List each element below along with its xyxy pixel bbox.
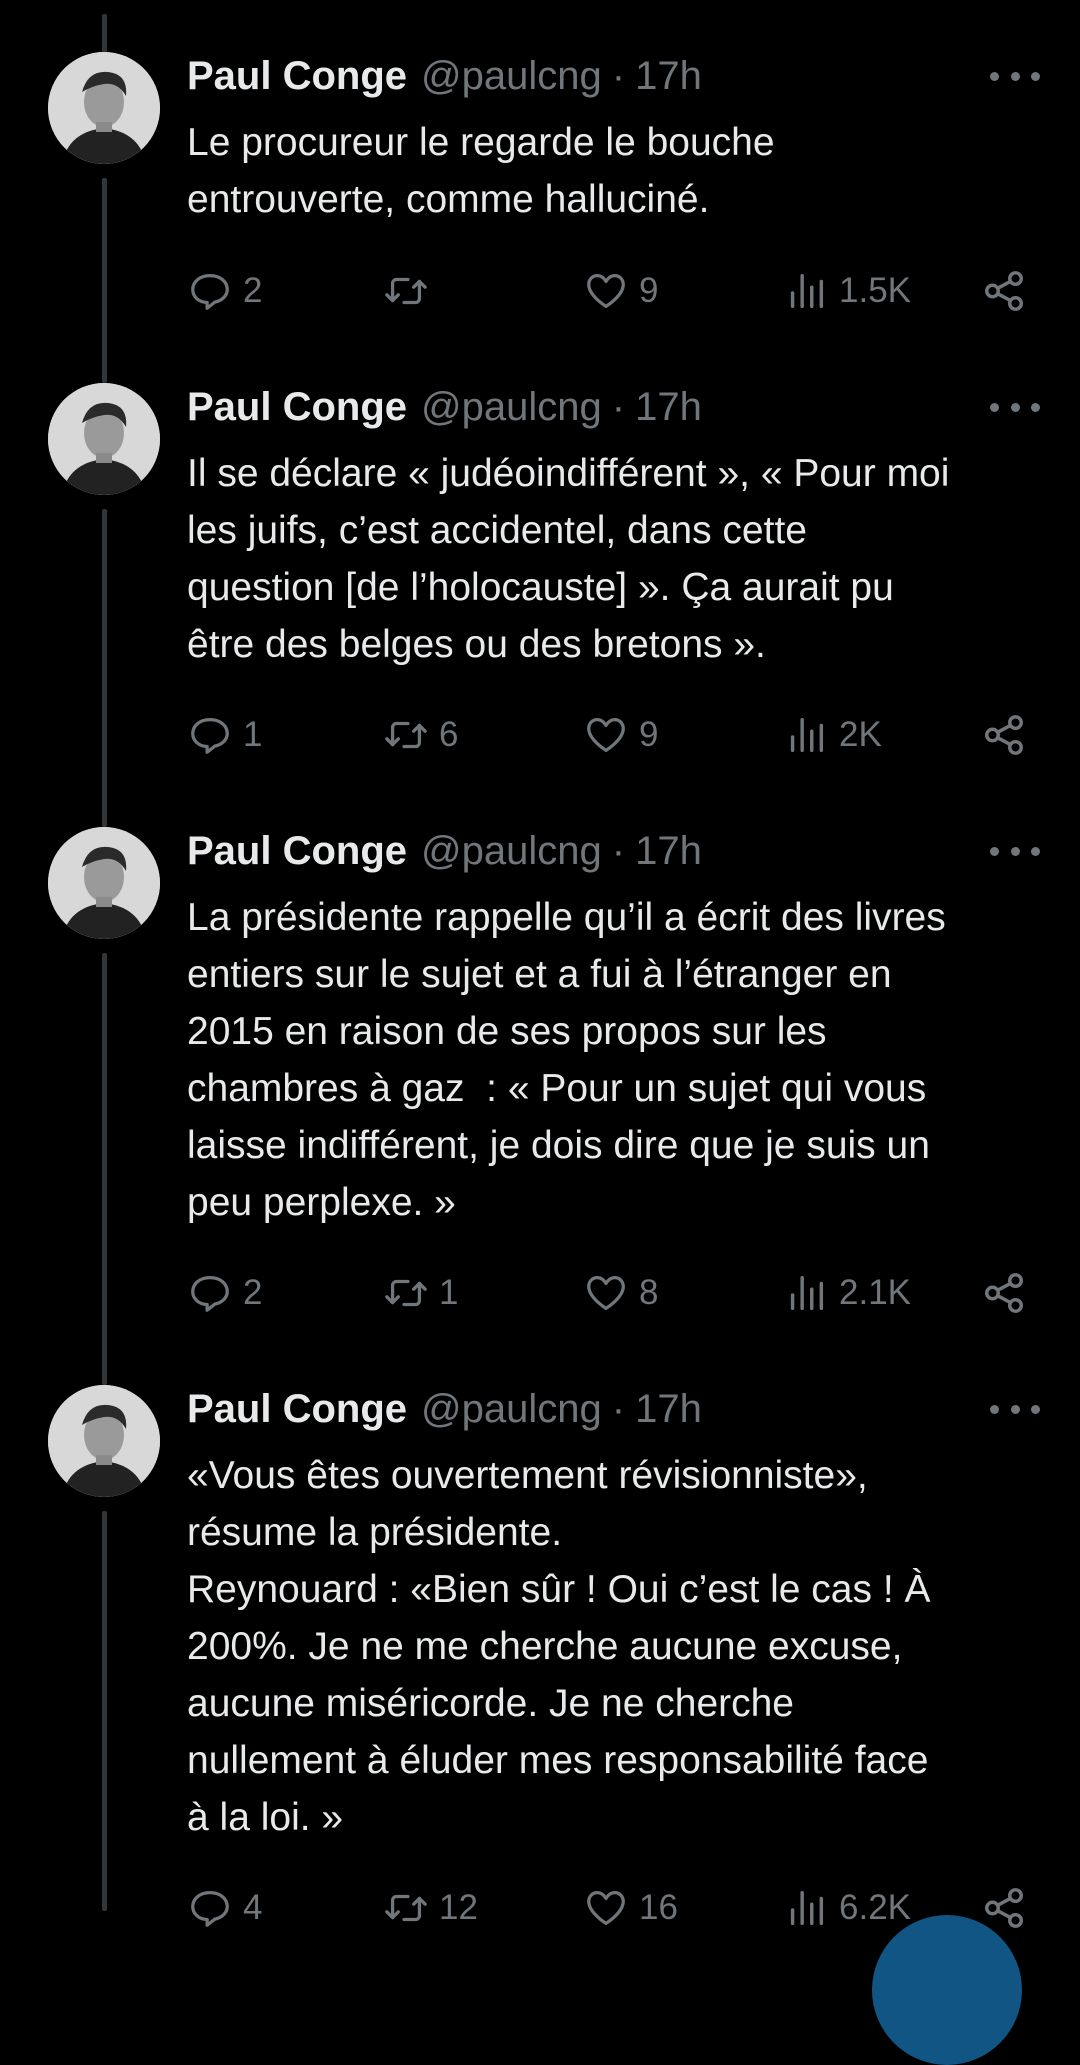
author-handle[interactable]: @paulcng bbox=[421, 54, 602, 99]
like-button[interactable]: 9 bbox=[583, 266, 658, 316]
reply-count: 1 bbox=[243, 715, 263, 754]
retweet-icon bbox=[385, 277, 427, 305]
reply-button[interactable]: 4 bbox=[187, 1883, 262, 1933]
tweet-text: Le procureur le regarde le bouche entrou… bbox=[187, 121, 775, 221]
reply-icon bbox=[191, 1276, 229, 1312]
more-icon[interactable] bbox=[990, 831, 1040, 871]
tweet-header: Paul Conge @paulcng · 17h bbox=[187, 827, 702, 875]
author-name[interactable]: Paul Conge bbox=[187, 1387, 407, 1432]
heart-icon bbox=[587, 1891, 625, 1925]
separator: · bbox=[611, 1386, 626, 1431]
reply-button[interactable]: 2 bbox=[187, 1268, 262, 1318]
retweet-icon bbox=[385, 1279, 427, 1307]
heart-icon bbox=[587, 274, 625, 308]
views-icon bbox=[790, 273, 824, 309]
share-button[interactable] bbox=[981, 710, 1027, 760]
tweet-text: «Vous êtes ouvertement révisionniste», r… bbox=[187, 1454, 931, 1839]
views-count: 6.2K bbox=[839, 1888, 911, 1927]
reply-icon bbox=[191, 274, 229, 310]
tweet-actions: 2 1 8 2.1K bbox=[187, 1268, 1037, 1318]
author-handle[interactable]: @paulcng bbox=[421, 385, 602, 430]
tweet-header: Paul Conge @paulcng · 17h bbox=[187, 52, 702, 100]
like-button[interactable]: 16 bbox=[583, 1883, 678, 1933]
separator: · bbox=[611, 384, 626, 429]
author-handle[interactable]: @paulcng bbox=[421, 1387, 602, 1432]
tweet-header: Paul Conge @paulcng · 17h bbox=[187, 383, 702, 431]
views-icon bbox=[790, 1890, 824, 1926]
separator: · bbox=[611, 53, 626, 98]
more-icon[interactable] bbox=[990, 387, 1040, 427]
views-count: 1.5K bbox=[839, 271, 911, 310]
like-button[interactable]: 9 bbox=[583, 710, 658, 760]
like-count: 9 bbox=[639, 271, 659, 310]
thread-line bbox=[102, 1511, 107, 1911]
separator: · bbox=[611, 828, 626, 873]
tweet-header: Paul Conge @paulcng · 17h bbox=[187, 1385, 702, 1433]
retweet-icon bbox=[385, 721, 427, 749]
thread-line bbox=[102, 953, 107, 1385]
avatar[interactable] bbox=[48, 1385, 160, 1497]
timestamp[interactable]: 17h bbox=[635, 1387, 702, 1432]
retweet-icon bbox=[385, 1894, 427, 1922]
views-button[interactable]: 2.1K bbox=[783, 1268, 911, 1318]
retweet-count: 6 bbox=[439, 715, 459, 754]
share-button[interactable] bbox=[981, 1268, 1027, 1318]
avatar[interactable] bbox=[48, 383, 160, 495]
views-count: 2K bbox=[839, 715, 882, 754]
retweet-button[interactable]: 6 bbox=[383, 710, 458, 760]
reply-button[interactable]: 1 bbox=[187, 710, 262, 760]
author-handle[interactable]: @paulcng bbox=[421, 829, 602, 874]
timestamp[interactable]: 17h bbox=[635, 385, 702, 430]
compose-button[interactable] bbox=[872, 1915, 1022, 2065]
more-icon[interactable] bbox=[990, 56, 1040, 96]
tweet-actions: 2 9 1.5K bbox=[187, 266, 1037, 316]
like-count: 16 bbox=[639, 1888, 678, 1927]
heart-icon bbox=[587, 1276, 625, 1310]
share-button[interactable] bbox=[981, 1883, 1027, 1933]
views-button[interactable]: 6.2K bbox=[783, 1883, 911, 1933]
heart-icon bbox=[587, 718, 625, 752]
tweet-text: Il se déclare « judéoindifférent », « Po… bbox=[187, 452, 950, 666]
retweet-button[interactable]: 12 bbox=[383, 1883, 478, 1933]
reply-icon bbox=[191, 718, 229, 754]
views-count: 2.1K bbox=[839, 1273, 911, 1312]
retweet-button[interactable]: 1 bbox=[383, 1268, 458, 1318]
views-icon bbox=[790, 717, 824, 753]
views-button[interactable]: 1.5K bbox=[783, 266, 911, 316]
views-icon bbox=[790, 1275, 824, 1311]
reply-count: 4 bbox=[243, 1888, 263, 1927]
retweet-count: 12 bbox=[439, 1888, 478, 1927]
like-count: 9 bbox=[639, 715, 659, 754]
tweet-text: La présidente rappelle qu’il a écrit des… bbox=[187, 896, 946, 1224]
reply-count: 2 bbox=[243, 271, 263, 310]
author-name[interactable]: Paul Conge bbox=[187, 54, 407, 99]
share-icon bbox=[985, 271, 1023, 311]
share-icon bbox=[985, 1273, 1023, 1313]
thread-line bbox=[102, 178, 107, 383]
like-button[interactable]: 8 bbox=[583, 1268, 658, 1318]
timestamp[interactable]: 17h bbox=[635, 54, 702, 99]
like-count: 8 bbox=[639, 1273, 659, 1312]
reply-button[interactable]: 2 bbox=[187, 266, 262, 316]
share-icon bbox=[985, 715, 1023, 755]
more-icon[interactable] bbox=[990, 1389, 1040, 1429]
author-name[interactable]: Paul Conge bbox=[187, 385, 407, 430]
reply-icon bbox=[191, 1891, 229, 1927]
retweet-button[interactable] bbox=[383, 266, 439, 316]
reply-count: 2 bbox=[243, 1273, 263, 1312]
tweet-actions: 1 6 9 2K bbox=[187, 710, 1037, 760]
avatar[interactable] bbox=[48, 52, 160, 164]
thread-line bbox=[102, 509, 107, 827]
author-name[interactable]: Paul Conge bbox=[187, 829, 407, 874]
tweet-thread: Paul Conge @paulcng · 17h Le procureur l… bbox=[0, 0, 1080, 2065]
retweet-count: 1 bbox=[439, 1273, 459, 1312]
timestamp[interactable]: 17h bbox=[635, 829, 702, 874]
share-icon bbox=[985, 1888, 1023, 1928]
avatar[interactable] bbox=[48, 827, 160, 939]
views-button[interactable]: 2K bbox=[783, 710, 882, 760]
share-button[interactable] bbox=[981, 266, 1027, 316]
thread-line bbox=[102, 14, 107, 52]
